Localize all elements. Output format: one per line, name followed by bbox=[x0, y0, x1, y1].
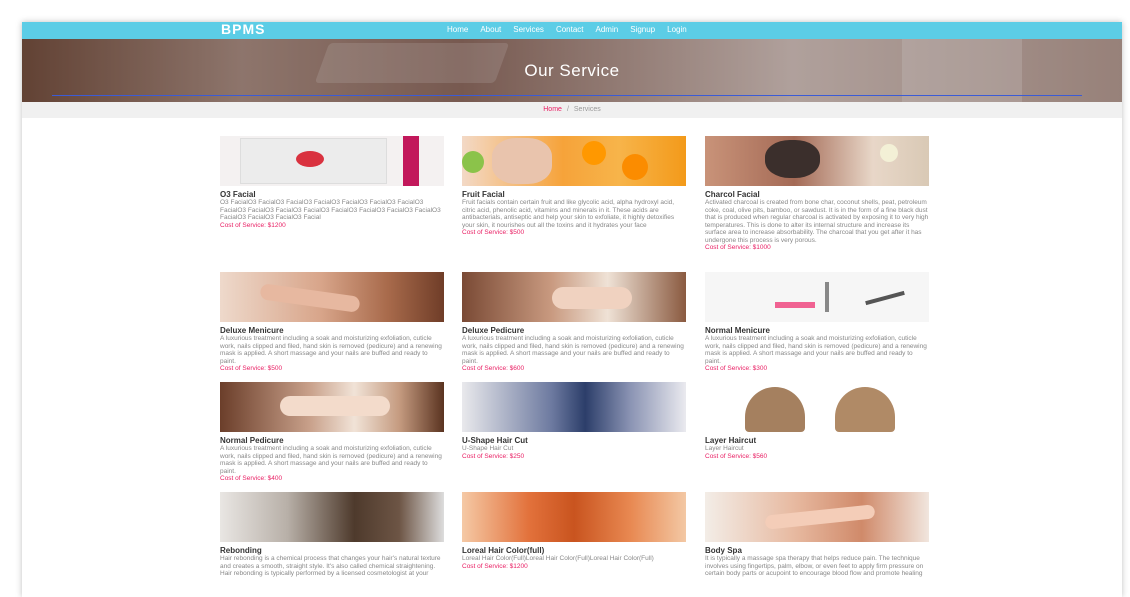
service-card[interactable]: Body Spa It is typically a massage spa t… bbox=[705, 492, 929, 578]
service-title: Normal Menicure bbox=[705, 326, 770, 335]
service-image bbox=[220, 272, 444, 322]
service-card[interactable]: Fruit Facial Fruit facials contain certa… bbox=[462, 136, 686, 237]
page-frame: BPMS Home About Services Contact Admin S… bbox=[22, 22, 1122, 597]
service-title: Normal Pedicure bbox=[220, 436, 284, 445]
service-description: A luxurious treatment including a soak a… bbox=[462, 335, 684, 365]
service-image bbox=[220, 136, 444, 186]
service-title: Deluxe Menicure bbox=[220, 326, 284, 335]
service-title: Layer Haircut bbox=[705, 436, 757, 445]
service-image bbox=[705, 136, 929, 186]
nail-file-shape bbox=[775, 302, 815, 308]
service-card[interactable]: Rebonding Hair rebonding is a chemical p… bbox=[220, 492, 444, 578]
service-cost: Cost of Service: $300 bbox=[705, 365, 768, 372]
service-card[interactable]: Charcol Facial Activated charcoal is cre… bbox=[705, 136, 929, 252]
service-description: A luxurious treatment including a soak a… bbox=[220, 445, 442, 475]
service-description: A luxurious treatment including a soak a… bbox=[220, 335, 442, 365]
service-image bbox=[220, 382, 444, 432]
orange-shape bbox=[622, 154, 648, 180]
service-description: U-Shape Hair Cut bbox=[462, 445, 514, 452]
product-logo bbox=[296, 151, 324, 167]
foot-shape bbox=[552, 287, 632, 309]
service-title: Deluxe Pedicure bbox=[462, 326, 525, 335]
service-title: Loreal Hair Color(full) bbox=[462, 546, 545, 555]
service-cost: Cost of Service: $600 bbox=[462, 365, 525, 372]
service-image bbox=[462, 492, 686, 542]
service-cost: Cost of Service: $1000 bbox=[705, 244, 771, 251]
service-cost: Cost of Service: $500 bbox=[462, 229, 525, 236]
hair-shape bbox=[835, 387, 895, 432]
service-cost: Cost of Service: $560 bbox=[705, 452, 768, 460]
service-card[interactable]: O3 Facial O3 FacialO3 FacialO3 FacialO3 … bbox=[220, 136, 444, 230]
service-description: Hair rebonding is a chemical process tha… bbox=[220, 555, 441, 577]
service-card[interactable]: Normal Menicure A luxurious treatment in… bbox=[705, 272, 929, 373]
service-card[interactable]: Deluxe Pedicure A luxurious treatment in… bbox=[462, 272, 686, 373]
service-description: Layer Haircut bbox=[705, 445, 744, 452]
service-image bbox=[462, 136, 686, 186]
service-card[interactable]: U-Shape Hair Cut U-Shape Hair Cut Cost o… bbox=[462, 382, 686, 461]
service-card[interactable]: Deluxe Menicure A luxurious treatment in… bbox=[220, 272, 444, 373]
flower-shape bbox=[880, 144, 898, 162]
service-image bbox=[705, 492, 929, 542]
hair-shape bbox=[745, 387, 805, 432]
tool-shape bbox=[865, 290, 905, 306]
service-title: O3 Facial bbox=[220, 190, 256, 199]
service-card[interactable]: Normal Pedicure A luxurious treatment in… bbox=[220, 382, 444, 483]
orange-shape bbox=[582, 141, 606, 165]
face-shape bbox=[492, 138, 552, 184]
service-image bbox=[705, 382, 929, 432]
service-title: U-Shape Hair Cut bbox=[462, 436, 528, 445]
service-image bbox=[462, 382, 686, 432]
service-description: O3 FacialO3 FacialO3 FacialO3 FacialO3 F… bbox=[220, 199, 441, 221]
kiwi-shape bbox=[462, 151, 484, 173]
service-description: Activated charcoal is created from bone … bbox=[705, 199, 929, 244]
service-cost: Cost of Service: $500 bbox=[220, 365, 283, 372]
service-cost: Cost of Service: $1200 bbox=[462, 562, 528, 570]
charcoal-mask-shape bbox=[765, 140, 820, 178]
service-title: Rebonding bbox=[220, 546, 262, 555]
service-image bbox=[220, 492, 444, 542]
services-grid: O3 Facial O3 FacialO3 FacialO3 FacialO3 … bbox=[22, 22, 1122, 597]
service-card[interactable]: Loreal Hair Color(full) Loreal Hair Colo… bbox=[462, 492, 686, 571]
service-title: Charcol Facial bbox=[705, 190, 760, 199]
service-description: Loreal Hair Color(Full)Loreal Hair Color… bbox=[462, 555, 654, 562]
service-description: Fruit facials contain certain fruit and … bbox=[462, 199, 675, 229]
service-description: It is typically a massage spa therapy th… bbox=[705, 555, 924, 577]
hand-shape bbox=[259, 283, 361, 313]
service-title: Body Spa bbox=[705, 546, 742, 555]
foot-shape bbox=[280, 396, 390, 416]
service-cost: Cost of Service: $400 bbox=[220, 475, 283, 482]
service-image bbox=[462, 272, 686, 322]
service-image bbox=[705, 272, 929, 322]
product-strip bbox=[403, 136, 419, 186]
service-description: A luxurious treatment including a soak a… bbox=[705, 335, 927, 365]
service-card[interactable]: Layer Haircut Layer Haircut Cost of Serv… bbox=[705, 382, 929, 461]
service-cost: Cost of Service: $1200 bbox=[220, 221, 286, 229]
product-pack bbox=[240, 138, 387, 184]
tool-shape bbox=[825, 282, 829, 312]
hand-shape bbox=[764, 504, 876, 530]
service-cost: Cost of Service: $250 bbox=[462, 452, 525, 460]
service-title: Fruit Facial bbox=[462, 190, 505, 199]
